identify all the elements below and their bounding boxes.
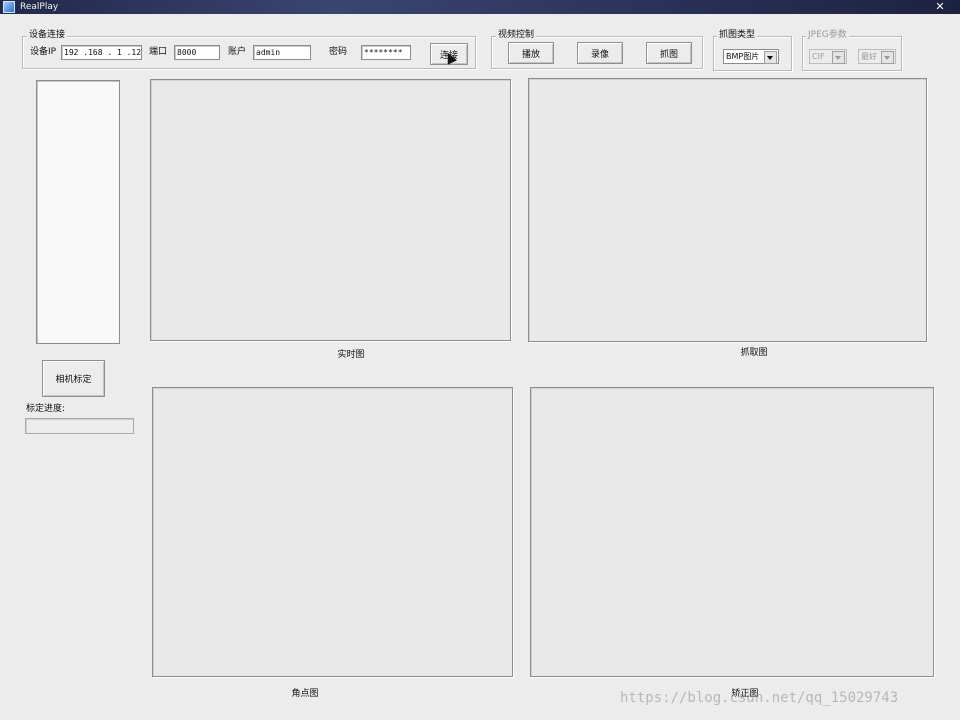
chevron-down-icon[interactable]: [881, 51, 894, 64]
calibration-progress-bar: [25, 418, 134, 434]
account-label: 账户: [228, 47, 247, 57]
corner-image-caption: 角点图: [291, 689, 319, 699]
jpeg-size-select[interactable]: CIF: [809, 49, 847, 64]
jpeg-params-legend: JPEG参数: [806, 30, 849, 40]
play-button[interactable]: 播放: [508, 42, 554, 64]
camera-calibration-button[interactable]: 相机标定: [42, 360, 105, 397]
device-connect-legend: 设备连接: [27, 30, 68, 40]
watermark-text: https://blog.csdn.net/qq_15029743: [620, 690, 899, 706]
title-bar[interactable]: [0, 0, 960, 14]
chevron-down-icon[interactable]: [764, 51, 777, 64]
account-field[interactable]: admin: [253, 45, 311, 60]
jpeg-quality-value: 最好: [861, 52, 877, 61]
window-title: RealPlay: [20, 2, 59, 12]
device-ip-field[interactable]: 192 .168 . 1 .125: [61, 45, 142, 60]
jpeg-quality-select[interactable]: 最好: [858, 49, 896, 64]
device-ip-label: 设备IP: [30, 47, 57, 57]
corner-image-panel: [152, 387, 513, 677]
calibration-progress-label: 标定进度:: [26, 404, 66, 414]
password-field[interactable]: ********: [361, 45, 411, 60]
video-control-legend: 视频控制: [496, 30, 537, 40]
corrected-image-panel: [530, 387, 934, 677]
chevron-down-icon[interactable]: [832, 51, 845, 64]
realtime-image-panel: [150, 79, 511, 341]
capture-button[interactable]: 抓图: [646, 42, 692, 64]
captured-image-panel: [528, 78, 927, 342]
jpeg-size-value: CIF: [812, 52, 825, 61]
realtime-image-caption: 实时图: [337, 350, 365, 360]
capture-type-select[interactable]: BMP图片: [723, 49, 779, 64]
captured-image-caption: 抓取图: [740, 348, 768, 358]
capture-type-legend: 抓图类型: [717, 30, 758, 40]
capture-type-value: BMP图片: [726, 52, 760, 61]
password-label: 密码: [329, 47, 348, 57]
app-icon: [3, 1, 15, 13]
record-button[interactable]: 录像: [577, 42, 623, 64]
port-label: 端口: [149, 47, 168, 57]
image-list-box[interactable]: [36, 80, 120, 344]
close-icon[interactable]: ✕: [920, 0, 960, 14]
port-field[interactable]: 8000: [174, 45, 220, 60]
